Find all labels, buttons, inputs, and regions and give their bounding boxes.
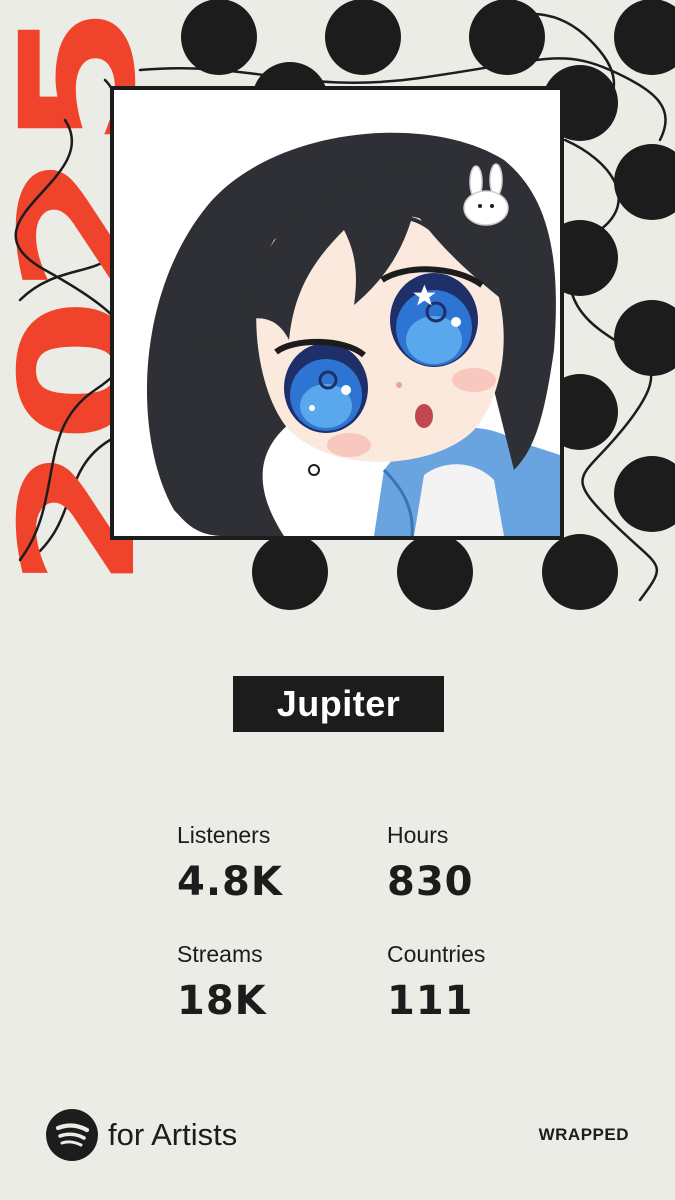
- stat-label: Hours: [387, 822, 449, 848]
- stat-value: 18K: [177, 978, 267, 1024]
- stat-streams: Streams 18K: [177, 941, 267, 1024]
- brand-label: for Artists: [108, 1117, 238, 1152]
- hero-artwork: 2025: [0, 0, 675, 620]
- stat-label: Listeners: [177, 822, 271, 848]
- stat-label: Countries: [387, 941, 486, 967]
- spotify-logo-icon: [46, 1109, 98, 1161]
- stat-countries: Countries 111: [387, 941, 485, 1024]
- stat-listeners: Listeners 4.8K: [177, 822, 283, 905]
- artist-portrait: [110, 86, 564, 540]
- spotify-for-artists-brand: for Artists: [46, 1109, 237, 1161]
- stat-value: 111: [387, 978, 474, 1024]
- stat-value: 830: [387, 859, 474, 905]
- stat-hours: Hours 830: [387, 822, 474, 905]
- wrapped-label: WRAPPED: [538, 1125, 629, 1144]
- artist-name: Jupiter: [233, 676, 444, 732]
- avatar-illustration: [114, 90, 560, 536]
- stat-label: Streams: [177, 941, 263, 967]
- stat-value: 4.8K: [177, 859, 283, 905]
